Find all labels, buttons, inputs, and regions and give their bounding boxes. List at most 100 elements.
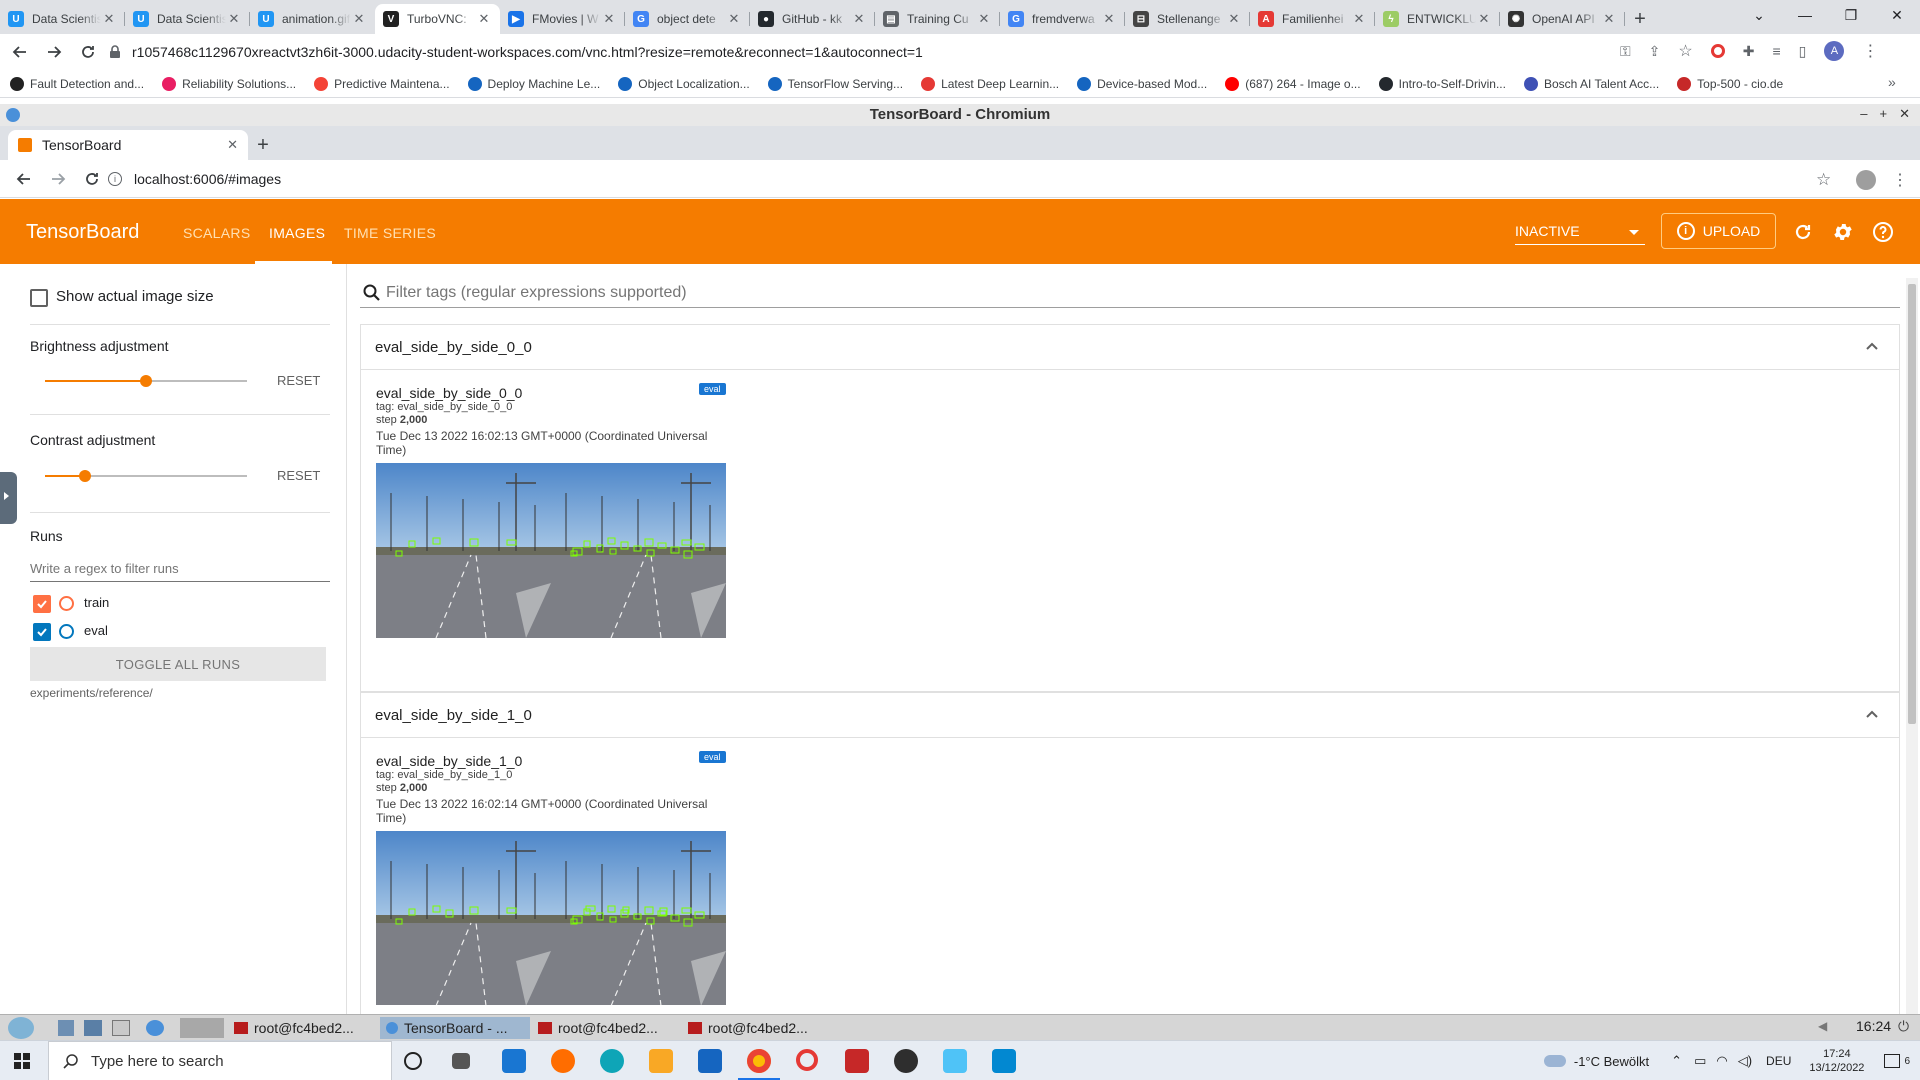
remote-task-tensorboard[interactable]: TensorBoard - ...	[380, 1017, 530, 1039]
bookmark-item[interactable]: Intro-to-Self-Drivin...	[1378, 76, 1506, 91]
show-actual-size-checkbox[interactable]	[30, 289, 48, 307]
host-tab[interactable]: Gfremdverwa ✕	[1000, 4, 1125, 34]
close-tab-icon[interactable]: ✕	[601, 11, 617, 27]
bookmark-item[interactable]: Device-based Mod...	[1077, 76, 1207, 91]
maximize-icon[interactable]: +	[1880, 106, 1888, 122]
tag-group-header[interactable]: eval_side_by_side_1_0	[361, 693, 1899, 738]
bookmark-item[interactable]: TensorFlow Serving...	[767, 76, 903, 91]
host-tab[interactable]: V TurboVNC: ✕	[375, 4, 500, 34]
window-icon[interactable]	[112, 1020, 130, 1036]
edge-icon[interactable]	[600, 1049, 624, 1073]
host-tab[interactable]: ● GitHub - kk ✕	[750, 4, 875, 34]
share-icon[interactable]: ⇪	[1649, 43, 1661, 60]
mail-icon[interactable]	[502, 1049, 526, 1073]
close-tab-icon[interactable]: ✕	[1351, 11, 1367, 27]
close-icon[interactable]: ✕	[1899, 106, 1910, 122]
remote-task-terminal-1[interactable]: root@fc4bed2...	[228, 1017, 360, 1039]
forward-button[interactable]	[40, 38, 68, 66]
new-tab-button[interactable]: +	[1625, 4, 1655, 34]
nav-tab-time-series[interactable]: TIME SERIES	[344, 225, 436, 241]
host-tab[interactable]: ▤ Training Cu ✕	[875, 4, 1000, 34]
toggle-all-runs-button[interactable]: TOGGLE ALL RUNS	[30, 647, 326, 681]
device-icon[interactable]: ▭	[1694, 1053, 1706, 1069]
weather-text[interactable]: -1°C Bewölkt	[1574, 1054, 1649, 1069]
close-tab-icon[interactable]: ✕	[351, 11, 367, 27]
brightness-slider-thumb[interactable]	[140, 375, 152, 387]
settings-gear-icon[interactable]	[1832, 221, 1854, 243]
remote-address-bar[interactable]: i localhost:6006/#images	[108, 165, 281, 193]
scrollbar-thumb[interactable]	[1908, 284, 1916, 724]
close-tab-icon[interactable]: ✕	[1101, 11, 1117, 27]
chevron-down-icon[interactable]: ⌄	[1736, 0, 1782, 30]
extensions-puzzle-icon[interactable]: ✚	[1743, 43, 1755, 60]
bookmark-item[interactable]: Latest Deep Learnin...	[921, 76, 1059, 91]
minimize-window-button[interactable]: —	[1782, 0, 1828, 30]
run-train-color-swatch[interactable]	[59, 596, 74, 611]
language-indicator[interactable]: DEU	[1766, 1054, 1791, 1068]
windows-clock[interactable]: 17:24 13/12/2022	[1809, 1047, 1864, 1075]
network-icon[interactable]: ◠	[1716, 1053, 1727, 1069]
bookmarks-overflow-icon[interactable]: »	[1888, 74, 1896, 90]
remote-reload-button[interactable]	[78, 165, 106, 193]
host-tab[interactable]: ⊟ Stellenange ✕	[1125, 4, 1250, 34]
close-tab-icon[interactable]: ✕	[101, 11, 117, 27]
remote-tab-tensorboard[interactable]: TensorBoard ✕	[8, 130, 248, 160]
close-tab-icon[interactable]: ✕	[476, 11, 492, 27]
bookmark-star-icon[interactable]: ☆	[1678, 41, 1692, 61]
remote-back-button[interactable]	[10, 165, 38, 193]
bookmark-item[interactable]: (687) 264 - Image o...	[1225, 76, 1361, 91]
close-tab-icon[interactable]: ✕	[226, 11, 242, 27]
remote-task-terminal-3[interactable]: root@fc4bed2...	[682, 1017, 814, 1039]
media-queue-icon[interactable]: ≡	[1772, 43, 1780, 59]
host-tab[interactable]: Uanimation.gif ✕	[250, 4, 375, 34]
chrome-icon[interactable]	[747, 1049, 771, 1073]
back-button[interactable]	[6, 38, 34, 66]
close-tab-icon[interactable]: ✕	[851, 11, 867, 27]
nav-tab-images[interactable]: IMAGES	[269, 225, 325, 241]
close-tab-icon[interactable]: ✕	[1601, 11, 1617, 27]
explorer-icon[interactable]	[649, 1049, 673, 1073]
brightness-reset-button[interactable]: RESET	[277, 373, 320, 388]
host-tab[interactable]: A Familienhei ✕	[1250, 4, 1375, 34]
speaker-icon[interactable]: ◁)	[1738, 1053, 1752, 1069]
opera-extension-icon[interactable]	[1710, 44, 1725, 58]
cortana-icon[interactable]	[404, 1052, 422, 1070]
host-tab[interactable]: ϟ ENTWICKLU ✕	[1375, 4, 1500, 34]
host-tab[interactable]: U Data Scientist ✕	[125, 4, 250, 34]
file-manager-icon[interactable]	[84, 1020, 102, 1036]
remote-new-tab-button[interactable]: +	[248, 130, 278, 160]
refresh-icon[interactable]	[1792, 221, 1814, 243]
reload-status-dropdown[interactable]: INACTIVE	[1515, 223, 1645, 245]
profile-avatar[interactable]: A	[1824, 41, 1845, 61]
close-tab-icon[interactable]: ✕	[1476, 11, 1492, 27]
windows-start-icon[interactable]	[14, 1053, 30, 1069]
run-train-checkbox[interactable]	[33, 595, 51, 613]
contrast-slider-thumb[interactable]	[79, 470, 92, 482]
run-eval-checkbox[interactable]	[33, 623, 51, 641]
windows-search-box[interactable]: Type here to search	[48, 1041, 392, 1080]
close-window-button[interactable]: ✕	[1874, 0, 1920, 30]
eval-side-by-side-image[interactable]	[376, 463, 726, 638]
task-view-icon[interactable]	[452, 1053, 470, 1069]
volume-icon[interactable]: ◀	[1818, 1019, 1827, 1033]
github-desktop-icon[interactable]	[894, 1049, 918, 1073]
bookmark-item[interactable]: Reliability Solutions...	[162, 76, 296, 91]
remote-window-controls[interactable]: – + ✕	[1860, 106, 1910, 122]
bookmark-item[interactable]: Predictive Maintena...	[314, 76, 450, 91]
host-tab[interactable]: U Data Scientist ✕	[0, 4, 125, 34]
remote-bookmark-star-icon[interactable]: ☆	[1816, 170, 1831, 190]
bookmark-item[interactable]: Top-500 - cio.de	[1677, 76, 1783, 91]
tag-filter-input[interactable]	[386, 283, 1900, 302]
host-tab[interactable]: ✺ OpenAI API ✕	[1500, 4, 1625, 34]
side-panel-icon[interactable]: ▯	[1799, 43, 1807, 60]
close-tab-icon[interactable]: ✕	[1226, 11, 1242, 27]
firefox-icon[interactable]	[551, 1049, 575, 1073]
remote-profile-icon[interactable]	[1856, 170, 1876, 190]
restore-window-button[interactable]: ❐	[1828, 0, 1874, 30]
close-tab-icon[interactable]: ✕	[227, 137, 238, 153]
vnc-side-panel-handle[interactable]	[0, 472, 17, 524]
store-icon[interactable]	[698, 1049, 722, 1073]
run-eval-color-swatch[interactable]	[59, 624, 74, 639]
nav-tab-scalars[interactable]: SCALARS	[183, 225, 250, 241]
notification-icon[interactable]	[1884, 1054, 1901, 1068]
